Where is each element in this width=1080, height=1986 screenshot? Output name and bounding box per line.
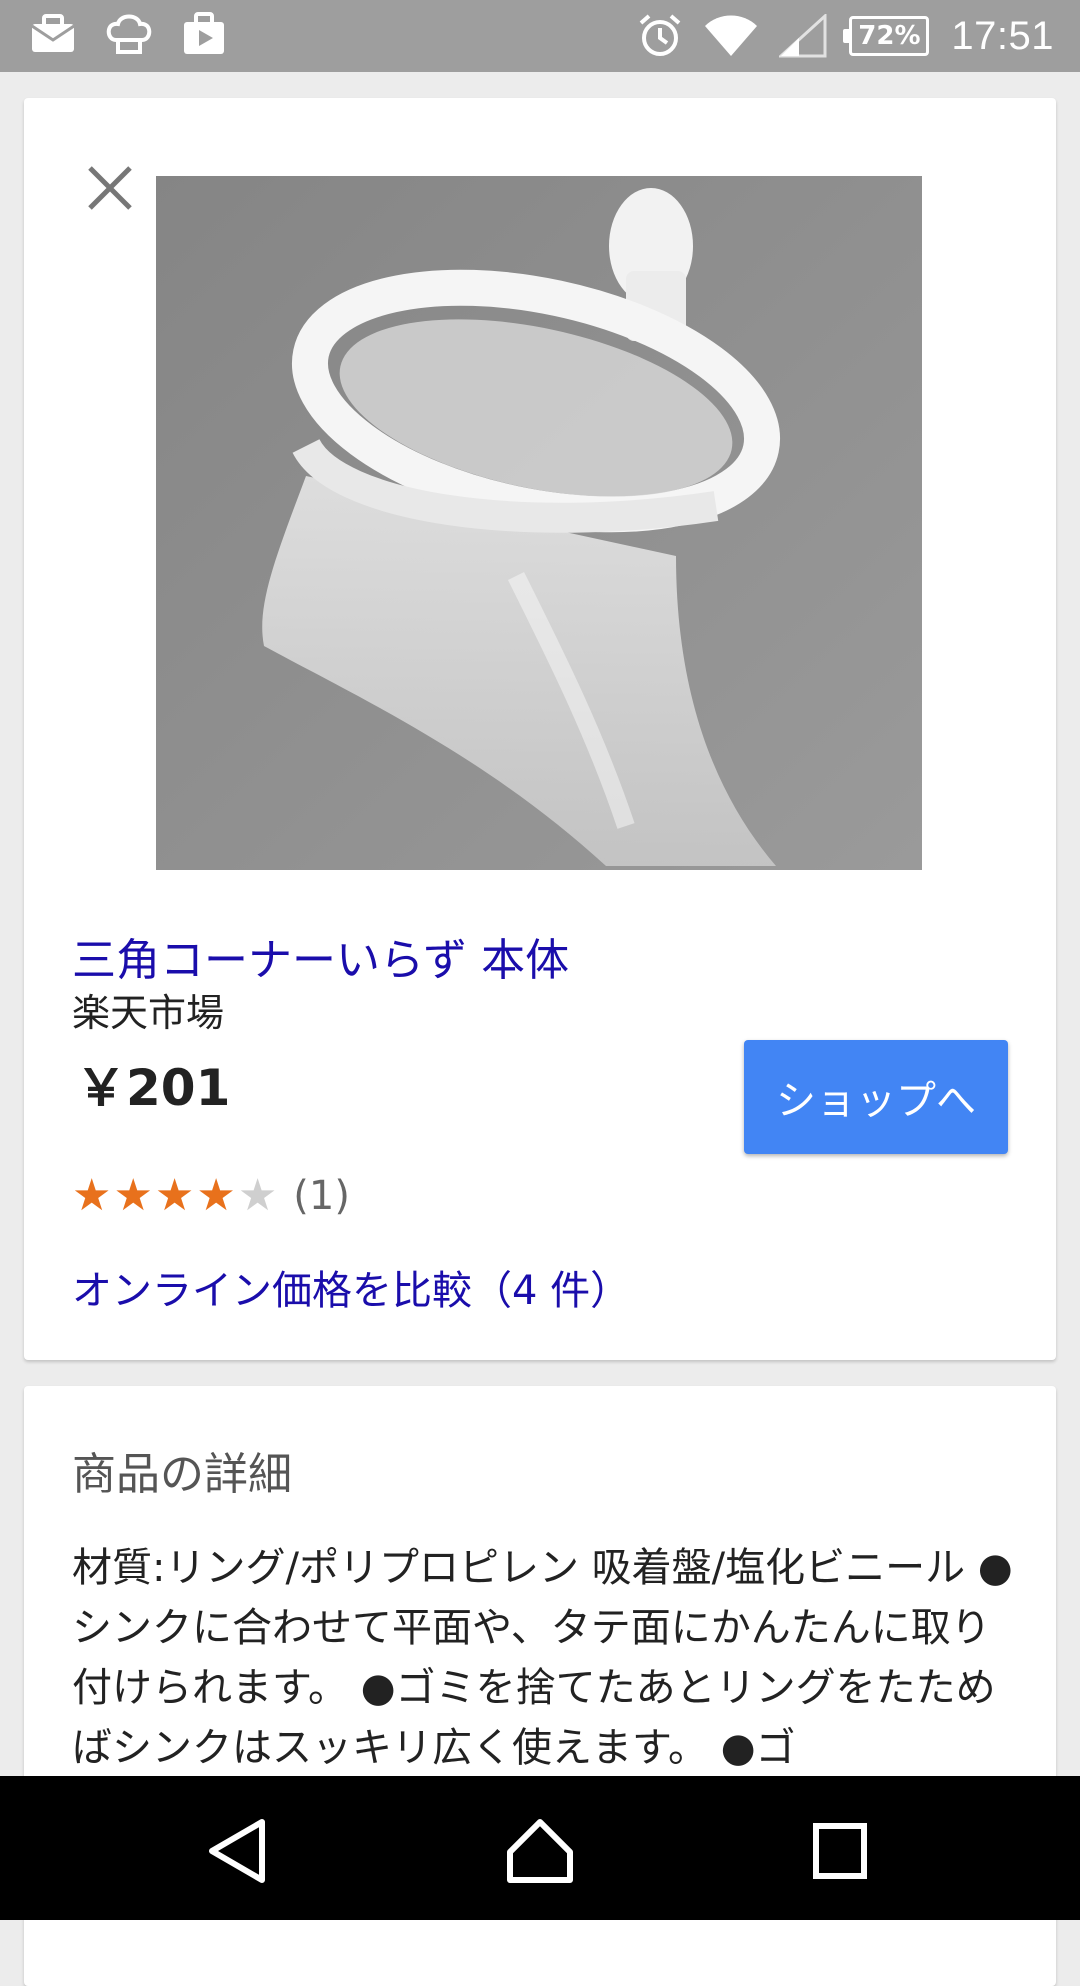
alarm-icon: [637, 13, 683, 59]
star-filled-icon: ★: [113, 1170, 153, 1221]
compare-prices-link[interactable]: オンライン価格を比較（4 件）: [72, 1258, 630, 1316]
navigation-bar: [0, 1776, 1080, 1920]
price: ￥201: [76, 1059, 231, 1117]
play-store-icon: [180, 10, 230, 62]
product-title[interactable]: 三角コーナーいらず 本体: [72, 924, 569, 988]
notification-icons: [28, 12, 230, 60]
clock: 17:51: [951, 13, 1054, 58]
chef-hat-icon: [104, 10, 154, 62]
system-icons: 72% 17:51: [637, 10, 1054, 62]
status-bar: 72% 17:51: [0, 0, 1080, 72]
merchant-name: 楽天市場: [72, 991, 225, 1035]
star-filled-icon: ★: [72, 1170, 112, 1221]
wifi-icon: [705, 14, 758, 58]
star-filled-icon: ★: [196, 1170, 236, 1221]
star-rating: ★ ★ ★ ★ ★: [72, 1174, 277, 1218]
shop-button[interactable]: ショップへ: [744, 1040, 1008, 1154]
mail-icon: [28, 10, 78, 62]
star-empty-icon: ★: [237, 1170, 278, 1221]
product-card: 三角コーナーいらず 本体 楽天市場 ￥201 ショップへ ★ ★ ★ ★ ★ (…: [24, 98, 1056, 1360]
battery-level: 72%: [858, 21, 921, 51]
close-icon[interactable]: [82, 160, 138, 216]
details-heading: 商品の詳細: [72, 1449, 292, 1500]
review-count: (1): [293, 1173, 350, 1219]
details-description: 材質:リング/ポリプロピレン 吸着盤/塩化ビニール ●シンクに合わせて平面や、タ…: [72, 1545, 1013, 1771]
home-icon[interactable]: [500, 1816, 580, 1886]
product-image[interactable]: [156, 176, 922, 870]
battery-icon: 72%: [843, 16, 930, 56]
signal-icon: [779, 14, 827, 58]
star-filled-icon: ★: [154, 1170, 195, 1221]
recents-icon[interactable]: [800, 1816, 880, 1886]
rating[interactable]: ★ ★ ★ ★ ★ (1): [72, 1168, 350, 1224]
back-icon[interactable]: [200, 1816, 280, 1886]
